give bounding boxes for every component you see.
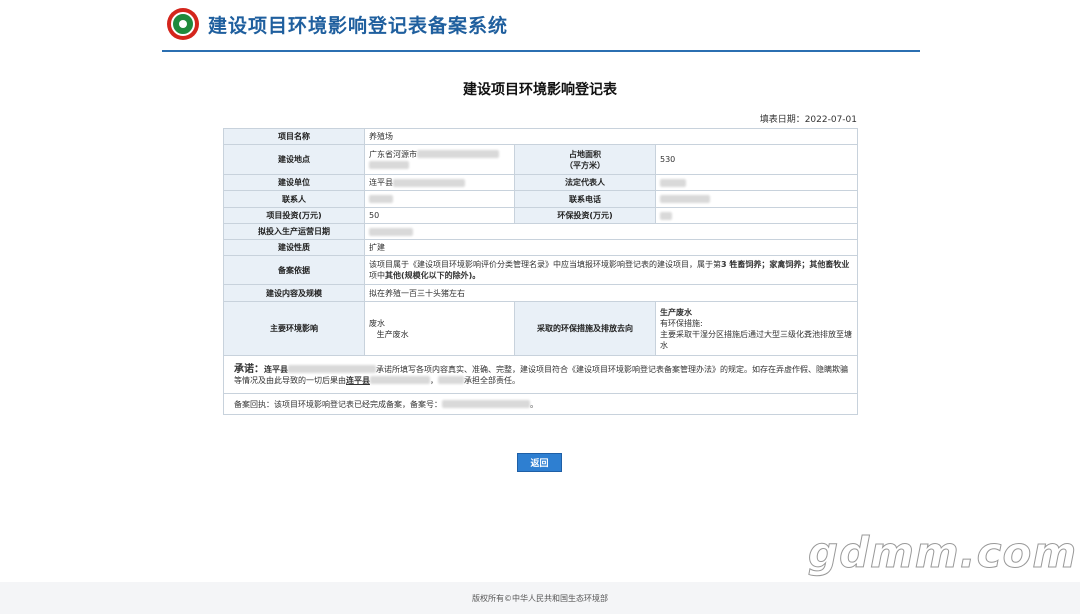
impact-value: 废水 生产废水	[364, 301, 515, 356]
form-title: 建设项目环境影响登记表	[463, 82, 617, 98]
redacted-text	[660, 178, 686, 187]
fill-date: 填表日期：2022-07-01	[759, 115, 857, 125]
redacted-text	[370, 376, 430, 384]
area-label: 占地面积 （平方米）	[514, 144, 656, 175]
copyright-text: 版权所有©中华人民共和国生态环境部	[472, 594, 608, 603]
registration-table: 项目名称 养殖场 建设地点 广东省河源市 占地面积 （平方米） 530 建设单位…	[223, 128, 858, 415]
redacted-text	[417, 150, 499, 158]
contact-label: 联系人	[223, 190, 365, 208]
redacted-text	[288, 365, 376, 373]
watermark-text: gdmm.com	[807, 528, 1078, 578]
basis-value: 该项目属于《建设项目环境影响评价分类管理名录》中应当填报环境影响登记表的建设项目…	[364, 255, 858, 285]
redacted-text	[442, 400, 530, 408]
start-date-value	[364, 223, 858, 240]
table-row: 建设单位 连平县 法定代表人	[223, 174, 858, 191]
basis-label: 备案依据	[223, 255, 365, 285]
table-row: 联系人 联系电话	[223, 190, 858, 208]
table-row: 备案依据 该项目属于《建设项目环境影响评价分类管理名录》中应当填报环境影响登记表…	[223, 255, 858, 285]
env-investment-label: 环保投资(万元)	[514, 207, 656, 224]
table-row: 项目名称 养殖场	[223, 128, 858, 145]
phone-label: 联系电话	[514, 190, 656, 208]
start-date-label: 拟投入生产运营日期	[223, 223, 365, 240]
nature-label: 建设性质	[223, 239, 365, 256]
table-row: 拟投入生产运营日期	[223, 223, 858, 240]
table-row: 建设地点 广东省河源市 占地面积 （平方米） 530	[223, 144, 858, 175]
receipt-cell: 备案回执：该项目环境影响登记表已经完成备案，备案号：。	[223, 393, 858, 415]
area-value: 530	[655, 144, 858, 175]
project-name-value: 养殖场	[364, 128, 858, 145]
legal-rep-value	[655, 174, 858, 191]
redacted-text	[660, 195, 710, 203]
measures-value: 生产废水 有环保措施: 主要采取干湿分区措施后通过大型三级化粪池排放至塘水	[655, 301, 858, 356]
nature-value: 扩建	[364, 239, 858, 256]
phone-value	[655, 190, 858, 208]
investment-label: 项目投资(万元)	[223, 207, 365, 224]
location-value: 广东省河源市	[364, 144, 515, 175]
redacted-text	[660, 211, 672, 220]
content-value: 拟在养殖一百三十头猪左右	[364, 284, 858, 302]
table-row: 建设内容及规模 拟在养殖一百三十头猪左右	[223, 284, 858, 302]
redacted-text	[393, 178, 465, 187]
site-header: 建设项目环境影响登记表备案系统	[162, 0, 920, 52]
impact-label: 主要环境影响	[223, 301, 365, 356]
table-row: 承诺：连平县 承诺所填写各项内容真实、准确、完整，建设项目符合《建设项目环境影响登…	[223, 355, 858, 394]
redacted-text	[369, 195, 393, 203]
redacted-text	[369, 227, 413, 236]
measures-label: 采取的环保措施及排放去向	[514, 301, 656, 356]
location-label: 建设地点	[223, 144, 365, 175]
promise-cell: 承诺：连平县 承诺所填写各项内容真实、准确、完整，建设项目符合《建设项目环境影响登…	[223, 355, 858, 394]
table-row: 备案回执：该项目环境影响登记表已经完成备案，备案号：。	[223, 393, 858, 415]
table-row: 主要环境影响 废水 生产废水 采取的环保措施及排放去向 生产废水 有环保措施: …	[223, 301, 858, 356]
unit-label: 建设单位	[223, 174, 365, 191]
project-name-label: 项目名称	[223, 128, 365, 145]
unit-value: 连平县	[364, 174, 515, 191]
contact-value	[364, 190, 515, 208]
investment-value: 50	[364, 207, 515, 224]
redacted-text	[369, 161, 409, 169]
ministry-logo-icon	[167, 8, 199, 40]
env-investment-value	[655, 207, 858, 224]
content-label: 建设内容及规模	[223, 284, 365, 302]
site-title: 建设项目环境影响登记表备案系统	[208, 15, 509, 37]
redacted-text	[438, 376, 464, 384]
table-row: 建设性质 扩建	[223, 239, 858, 256]
legal-rep-label: 法定代表人	[514, 174, 656, 191]
back-button[interactable]: 返回	[517, 453, 562, 472]
table-row: 项目投资(万元) 50 环保投资(万元)	[223, 207, 858, 224]
